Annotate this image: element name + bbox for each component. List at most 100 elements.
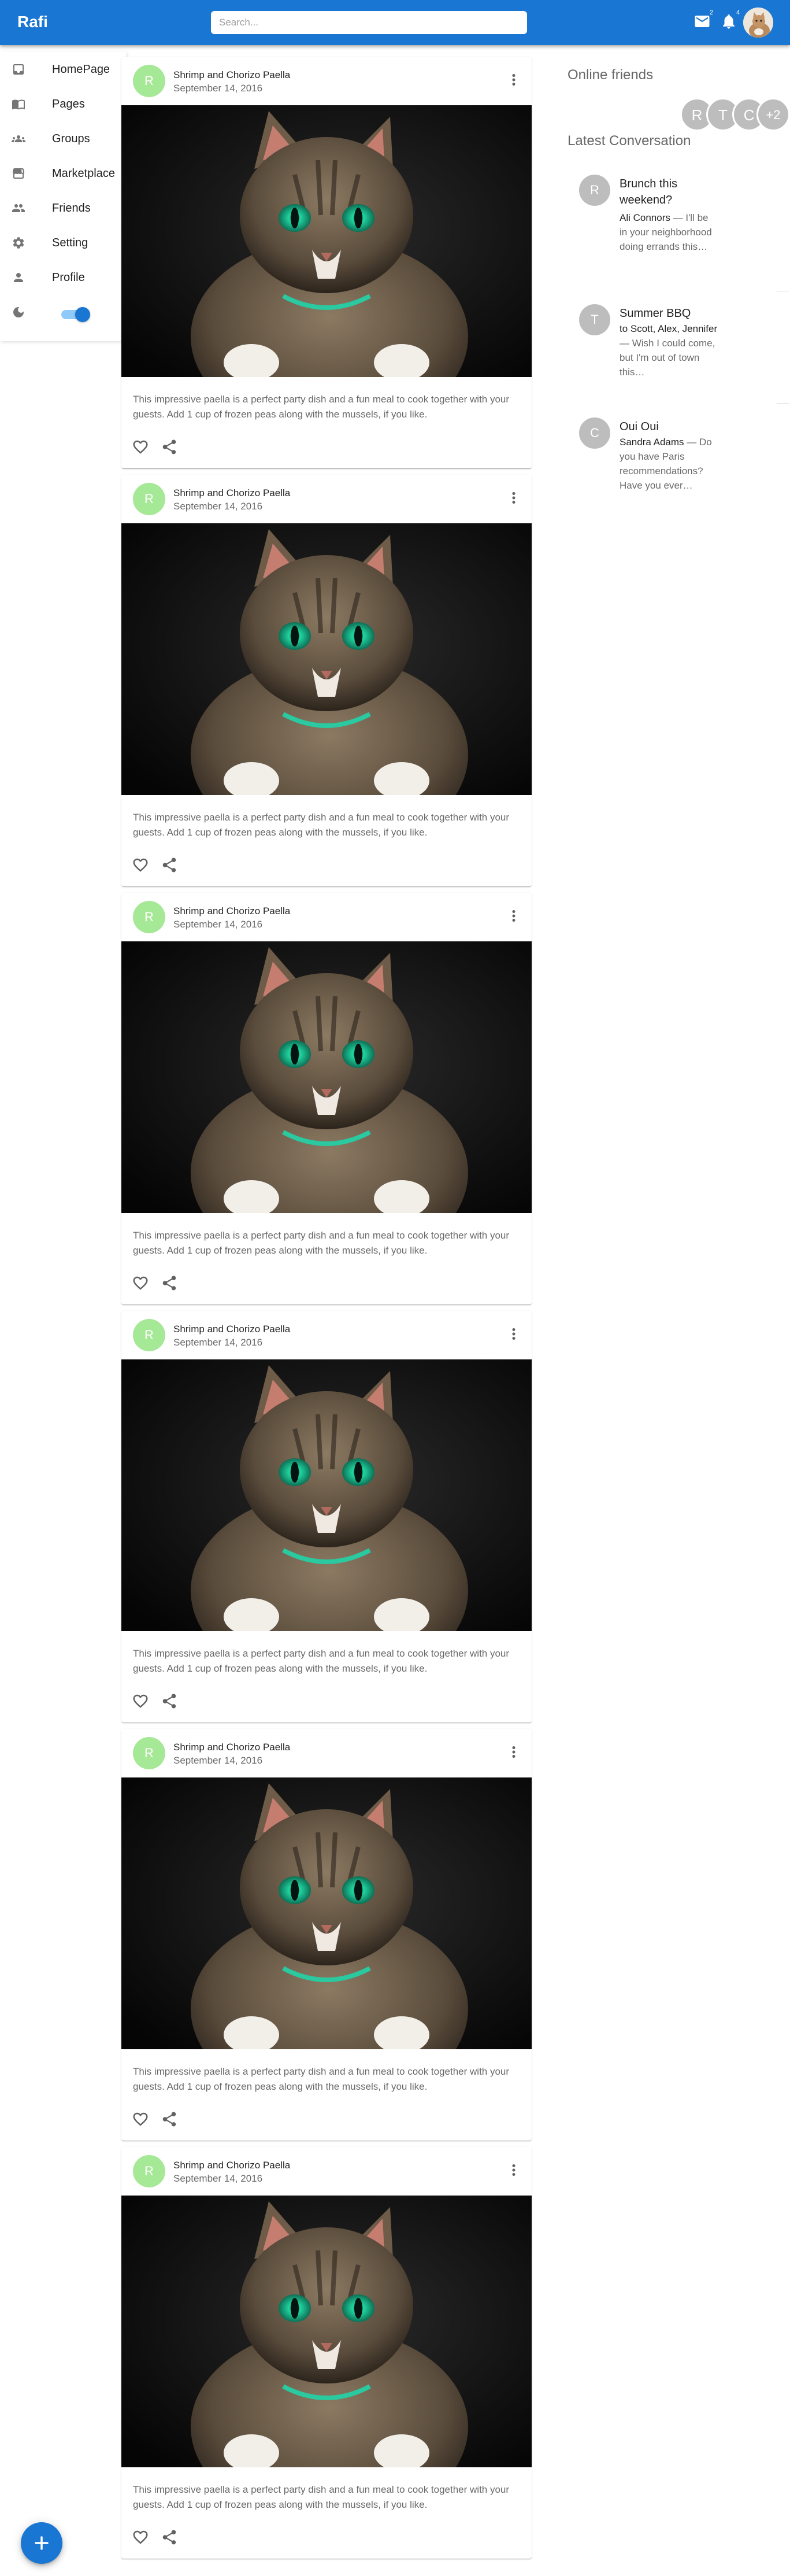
post-image[interactable] [121, 105, 532, 377]
post-body: This impressive paella is a perfect part… [133, 2484, 510, 2510]
user-avatar[interactable] [743, 8, 773, 38]
add-post-button[interactable] [21, 2522, 62, 2564]
more-friends-avatar[interactable]: +2 [756, 98, 790, 131]
share-icon [162, 2530, 176, 2545]
friends-icon [12, 204, 25, 212]
app-brand[interactable]: Rafi [17, 13, 48, 31]
share-button[interactable] [161, 1274, 178, 1292]
share-button[interactable] [161, 856, 178, 874]
conversation-sender: Ali Connors [620, 212, 670, 223]
sidebar-item-label: Friends [52, 202, 91, 215]
like-button[interactable] [132, 856, 149, 874]
groups-icon [12, 135, 25, 142]
heart-icon [133, 1694, 148, 1708]
post-image[interactable] [121, 1359, 532, 1631]
share-icon [162, 1276, 176, 1291]
search-input[interactable] [211, 11, 527, 34]
person-icon [14, 273, 23, 282]
latest-conversation-heading: Latest Conversation [568, 133, 691, 149]
more-vert-icon [512, 1746, 515, 1758]
share-button[interactable] [161, 2529, 178, 2546]
conversation-avatar: C [579, 417, 610, 449]
more-vert-icon [512, 2164, 515, 2176]
post-title: Shrimp and Chorizo Paella [173, 1324, 291, 1335]
sidebar-item-label: Profile [52, 271, 85, 284]
storefront-icon [13, 168, 24, 179]
conversation-preview: Ali Connors — I'll be in your neighborho… [620, 210, 718, 254]
share-icon [162, 1694, 176, 1709]
sidebar-item-setting[interactable]: Setting [0, 228, 126, 257]
post-image[interactable] [121, 1777, 532, 2049]
mail-badge: 2 [709, 9, 714, 16]
moon-icon [13, 307, 24, 317]
sidebar-item-homepage[interactable]: HomePage [0, 55, 126, 84]
post-image[interactable] [121, 941, 532, 1213]
post-more-button[interactable] [505, 487, 522, 508]
post-more-button[interactable] [505, 2160, 522, 2180]
mail-button[interactable]: 2 [693, 9, 713, 30]
post-author-avatar[interactable]: R [133, 901, 165, 933]
share-button[interactable] [161, 438, 178, 456]
post-author-avatar[interactable]: R [133, 483, 165, 515]
heart-icon [133, 1276, 148, 1290]
sidebar-item-label: Groups [52, 132, 90, 145]
like-button[interactable] [132, 1274, 149, 1292]
post-image[interactable] [121, 523, 532, 795]
conversation-title: Summer BBQ [620, 307, 691, 320]
post-date: September 14, 2016 [173, 919, 263, 930]
cat-photo [121, 941, 532, 1213]
sidebar-item-friends[interactable]: Friends [0, 194, 126, 223]
post-card: R Shrimp and Chorizo Paella September 14… [121, 475, 532, 886]
conversation-sender: Sandra Adams [620, 437, 684, 448]
gear-icon [13, 237, 24, 249]
conversation-avatar: T [579, 304, 610, 335]
sidebar-item-label: Setting [52, 236, 88, 249]
post-date: September 14, 2016 [173, 1337, 263, 1348]
post-card: R Shrimp and Chorizo Paella September 14… [121, 57, 532, 468]
more-vert-icon [512, 1328, 515, 1340]
like-button[interactable] [132, 1692, 149, 1710]
dark-mode-toggle[interactable] [61, 307, 90, 322]
sidebar-item-label: HomePage [52, 63, 110, 76]
left-sidebar: HomePage Pages Groups Marketplace Friend… [0, 52, 126, 341]
pages-icon [12, 99, 25, 110]
sidebar-item-marketplace[interactable]: Marketplace [0, 159, 126, 188]
post-more-button[interactable] [505, 1742, 522, 1762]
like-button[interactable] [132, 2111, 149, 2128]
cat-photo [121, 1359, 532, 1631]
share-button[interactable] [161, 1692, 178, 1710]
cat-photo [121, 523, 532, 795]
post-author-avatar[interactable]: R [133, 65, 165, 97]
add-icon [35, 2536, 49, 2550]
cat-photo [121, 105, 532, 377]
sidebar-item-label: Marketplace [52, 167, 115, 180]
post-date: September 14, 2016 [173, 2173, 263, 2184]
cat-photo [121, 2196, 532, 2467]
like-button[interactable] [132, 2529, 149, 2546]
post-author-avatar[interactable]: R [133, 1737, 165, 1769]
post-author-avatar[interactable]: R [133, 2155, 165, 2187]
post-body: This impressive paella is a perfect part… [133, 1648, 510, 1674]
post-card: R Shrimp and Chorizo Paella September 14… [121, 893, 532, 1304]
share-button[interactable] [161, 2111, 178, 2128]
conversation-preview: to Scott, Alex, Jennifer — Wish I could … [620, 321, 718, 379]
notifications-badge: 4 [736, 9, 740, 16]
post-title: Shrimp and Chorizo Paella [173, 2160, 291, 2171]
like-button[interactable] [132, 438, 149, 456]
inbox-icon [13, 64, 24, 75]
sidebar-item-groups[interactable]: Groups [0, 124, 126, 153]
dark-mode-toggle-knob[interactable] [75, 307, 90, 322]
sidebar-item-profile[interactable]: Profile [0, 263, 126, 292]
notifications-button[interactable]: 4 [720, 9, 740, 30]
post-more-button[interactable] [505, 906, 522, 926]
post-image[interactable] [121, 2196, 532, 2467]
cat-photo [121, 1777, 532, 2049]
post-more-button[interactable] [505, 1324, 522, 1344]
post-title: Shrimp and Chorizo Paella [173, 906, 291, 916]
post-more-button[interactable] [505, 69, 522, 90]
sidebar-item-label: Pages [52, 98, 85, 110]
post-author-avatar[interactable]: R [133, 1319, 165, 1351]
sidebar-item-pages[interactable]: Pages [0, 90, 126, 119]
heart-icon [133, 2112, 148, 2126]
heart-icon [133, 2530, 148, 2544]
